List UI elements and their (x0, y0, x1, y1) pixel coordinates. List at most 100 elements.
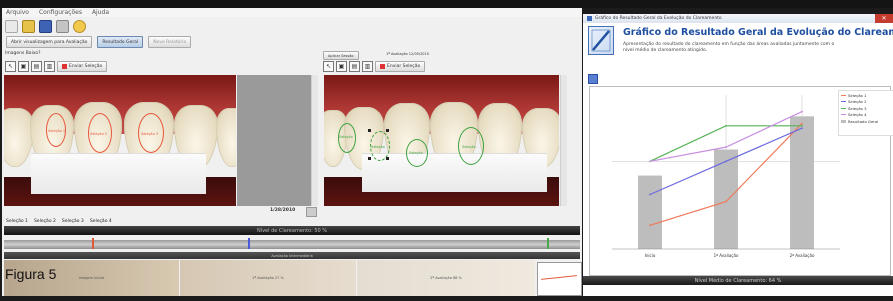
close-button[interactable]: ✕ (875, 14, 893, 23)
chart-heading: Gráfico do Resultado Geral da Evolução d… (623, 27, 893, 38)
select-tool-icon[interactable]: ▣ (336, 60, 347, 72)
chart-window-title: Gráfico do Resultado Geral da Evolução d… (595, 16, 722, 21)
region-tool-icon[interactable]: ▥ (362, 60, 373, 72)
average-level-bar: Nível Médio de Clareamento: 64 % (583, 276, 893, 285)
new-file-icon[interactable] (5, 19, 18, 33)
right-send-selection-label: Enviar Seleção (387, 63, 421, 69)
right-image-toolbar: ↖ ▣ ▤ ▥ Enviar Seleção (323, 60, 426, 72)
right-panel-scrollbar[interactable] (560, 75, 567, 206)
bar-resultado-geral (790, 116, 814, 249)
menu-item-ajuda[interactable]: Ajuda (92, 9, 109, 16)
resize-handle[interactable] (368, 129, 371, 132)
open-folder-icon[interactable] (22, 19, 35, 33)
figure-caption: Figura 5 (5, 266, 57, 282)
bar-resultado-geral (638, 175, 662, 249)
thumbnail-eval-2[interactable]: 2ª Avaliação 88 % (357, 260, 535, 296)
help-icon[interactable] (73, 19, 86, 33)
slider-marker[interactable] (248, 238, 250, 249)
legend-item: Seleção 1 (841, 93, 891, 98)
series-point (725, 124, 727, 127)
left-panel-label: Imagens Baixo? (5, 51, 41, 56)
save-icon[interactable] (39, 19, 52, 33)
crop-tool-icon[interactable]: ▤ (31, 60, 42, 72)
series-point (725, 160, 727, 163)
window-app-icon (587, 16, 592, 21)
pointer-tool-icon[interactable]: ↖ (323, 60, 334, 72)
selection-tab-1[interactable]: Seleção 1 (6, 219, 28, 224)
general-result-button[interactable]: Resultado Geral (97, 36, 144, 48)
save-icon[interactable] (588, 74, 598, 84)
selection-tab-4[interactable]: Seleção 4 (90, 219, 112, 224)
left-panel-scrollbar[interactable] (311, 75, 318, 206)
evaluation-bar: Avaliação Intermediária (4, 252, 580, 259)
pointer-tool-icon[interactable]: ↖ (5, 60, 16, 72)
select-tool-icon[interactable]: ▣ (18, 60, 29, 72)
apply-session-button[interactable]: Aplicar Sessão (323, 51, 359, 60)
action-toolbar: Abrir visualizagem para Avaliação Result… (2, 36, 582, 48)
chart-report-icon (588, 26, 614, 55)
slider-marker[interactable] (92, 238, 94, 249)
monitor-frame (0, 0, 893, 8)
send-icon (380, 63, 385, 69)
image-empty-area (237, 75, 311, 206)
legend-item: Seleção 4 (841, 112, 891, 117)
left-teeth-photo[interactable]: Seleção 1 Seleção 2 Seleção 3 (4, 75, 236, 206)
legend-swatch (841, 94, 846, 96)
right-send-selection-button[interactable]: Enviar Seleção (375, 60, 426, 72)
slider-marker[interactable] (547, 238, 549, 249)
calendar-icon[interactable] (306, 207, 317, 217)
selection-label: Seleção (409, 151, 423, 155)
selection-label: Seleção 2 (90, 132, 108, 136)
main-toolbar (2, 18, 582, 34)
legend-swatch (841, 107, 846, 109)
series-point (801, 122, 803, 125)
legend-label: Resultado Geral (848, 118, 879, 124)
menu-bar: Arquivo Configurações Ajuda (2, 8, 582, 17)
image-date: 1/28/2010 (270, 208, 296, 213)
series-point (801, 124, 803, 127)
right-panel-header: 1ª Avaliação 12/05/2010 (386, 52, 429, 56)
x-tick-label: Inicio (645, 253, 656, 258)
new-report-button[interactable]: Novo Relatório (148, 36, 192, 48)
resize-handle[interactable] (386, 129, 389, 132)
legend-swatch (841, 119, 846, 123)
x-tick-label: 1ª Avaliação (714, 253, 739, 258)
crop-tool-icon[interactable]: ▤ (349, 60, 360, 72)
resize-handle[interactable] (368, 157, 371, 160)
open-evaluation-button[interactable]: Abrir visualizagem para Avaliação (6, 36, 93, 48)
right-teeth-photo[interactable]: Seleção Seleção Seleção Seleção (324, 75, 559, 206)
series-point (801, 127, 803, 130)
selections-list: Seleção 1 Seleção 2 Seleção 3 Seleção 4 (2, 217, 582, 225)
series-point (649, 224, 651, 227)
chart-legend: Seleção 1 Seleção 2 Seleção 3 Seleção 4 … (838, 90, 893, 136)
print-icon[interactable] (56, 19, 69, 33)
series-point (725, 200, 727, 203)
legend-swatch (841, 101, 846, 102)
selection-tab-3[interactable]: Seleção 3 (62, 219, 84, 224)
mini-chart-thumbnail[interactable] (537, 262, 582, 296)
legend-label: Seleção 1 (848, 92, 867, 98)
chart-description: Apresentação do resultado do clareamento… (623, 42, 835, 53)
selection-label: Seleção 3 (141, 132, 159, 136)
legend-label: Seleção 3 (848, 105, 867, 111)
selection-label: Seleção (371, 145, 385, 149)
thumbnail-eval-1[interactable]: 1ª Avaliação 27 % (180, 260, 356, 296)
menu-item-configuracoes[interactable]: Configurações (39, 9, 82, 16)
whitening-level-bar: Nível de Clareamento: 50 % (4, 226, 580, 235)
selection-label: Seleção 1 (48, 129, 66, 133)
legend-label: Seleção 4 (848, 112, 867, 117)
resize-handle[interactable] (386, 157, 389, 160)
series-point (725, 146, 727, 149)
region-tool-icon[interactable]: ▥ (44, 60, 55, 72)
series-point (801, 110, 803, 113)
legend-item: Resultado Geral (841, 119, 891, 124)
chart-window-titlebar: Gráfico do Resultado Geral da Evolução d… (583, 14, 893, 23)
shade-guide-block (362, 153, 547, 192)
menu-item-arquivo[interactable]: Arquivo (6, 9, 29, 16)
left-send-selection-button[interactable]: Enviar Seleção (57, 60, 108, 72)
selection-label: Seleção (462, 145, 476, 149)
selection-tab-2[interactable]: Seleção 2 (34, 219, 56, 224)
evaluation-slider[interactable] (4, 238, 580, 249)
series-point (649, 160, 651, 163)
left-image-toolbar: ↖ ▣ ▤ ▥ Enviar Seleção (5, 60, 108, 72)
